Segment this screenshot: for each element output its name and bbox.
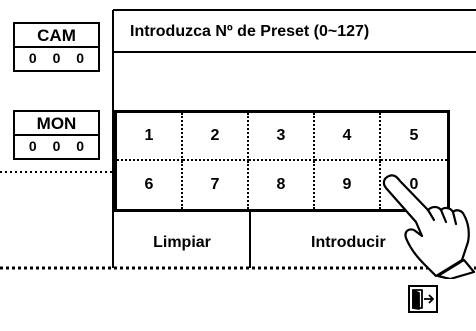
key-5[interactable]: 5 (381, 113, 447, 161)
cam-value: 0 0 0 (28, 50, 91, 66)
clear-button[interactable]: Limpiar (114, 218, 250, 268)
mon-label: MON (15, 112, 98, 136)
key-8[interactable]: 8 (249, 161, 315, 209)
key-2[interactable]: 2 (183, 113, 249, 161)
mon-value: 0 0 0 (28, 138, 91, 154)
pointing-hand-icon (382, 174, 476, 279)
key-7[interactable]: 7 (183, 161, 249, 209)
key-4[interactable]: 4 (315, 113, 381, 161)
cam-box: CAM 0 0 0 (13, 22, 100, 72)
exit-button[interactable] (408, 285, 438, 313)
key-9[interactable]: 9 (315, 161, 381, 209)
page-title: Introduzca Nº de Preset (0~127) (130, 23, 370, 40)
mon-box: MON 0 0 0 (13, 110, 100, 160)
cam-label: CAM (15, 24, 98, 48)
exit-door-icon (412, 289, 434, 310)
key-1[interactable]: 1 (117, 113, 183, 161)
key-6[interactable]: 6 (117, 161, 183, 209)
key-3[interactable]: 3 (249, 113, 315, 161)
